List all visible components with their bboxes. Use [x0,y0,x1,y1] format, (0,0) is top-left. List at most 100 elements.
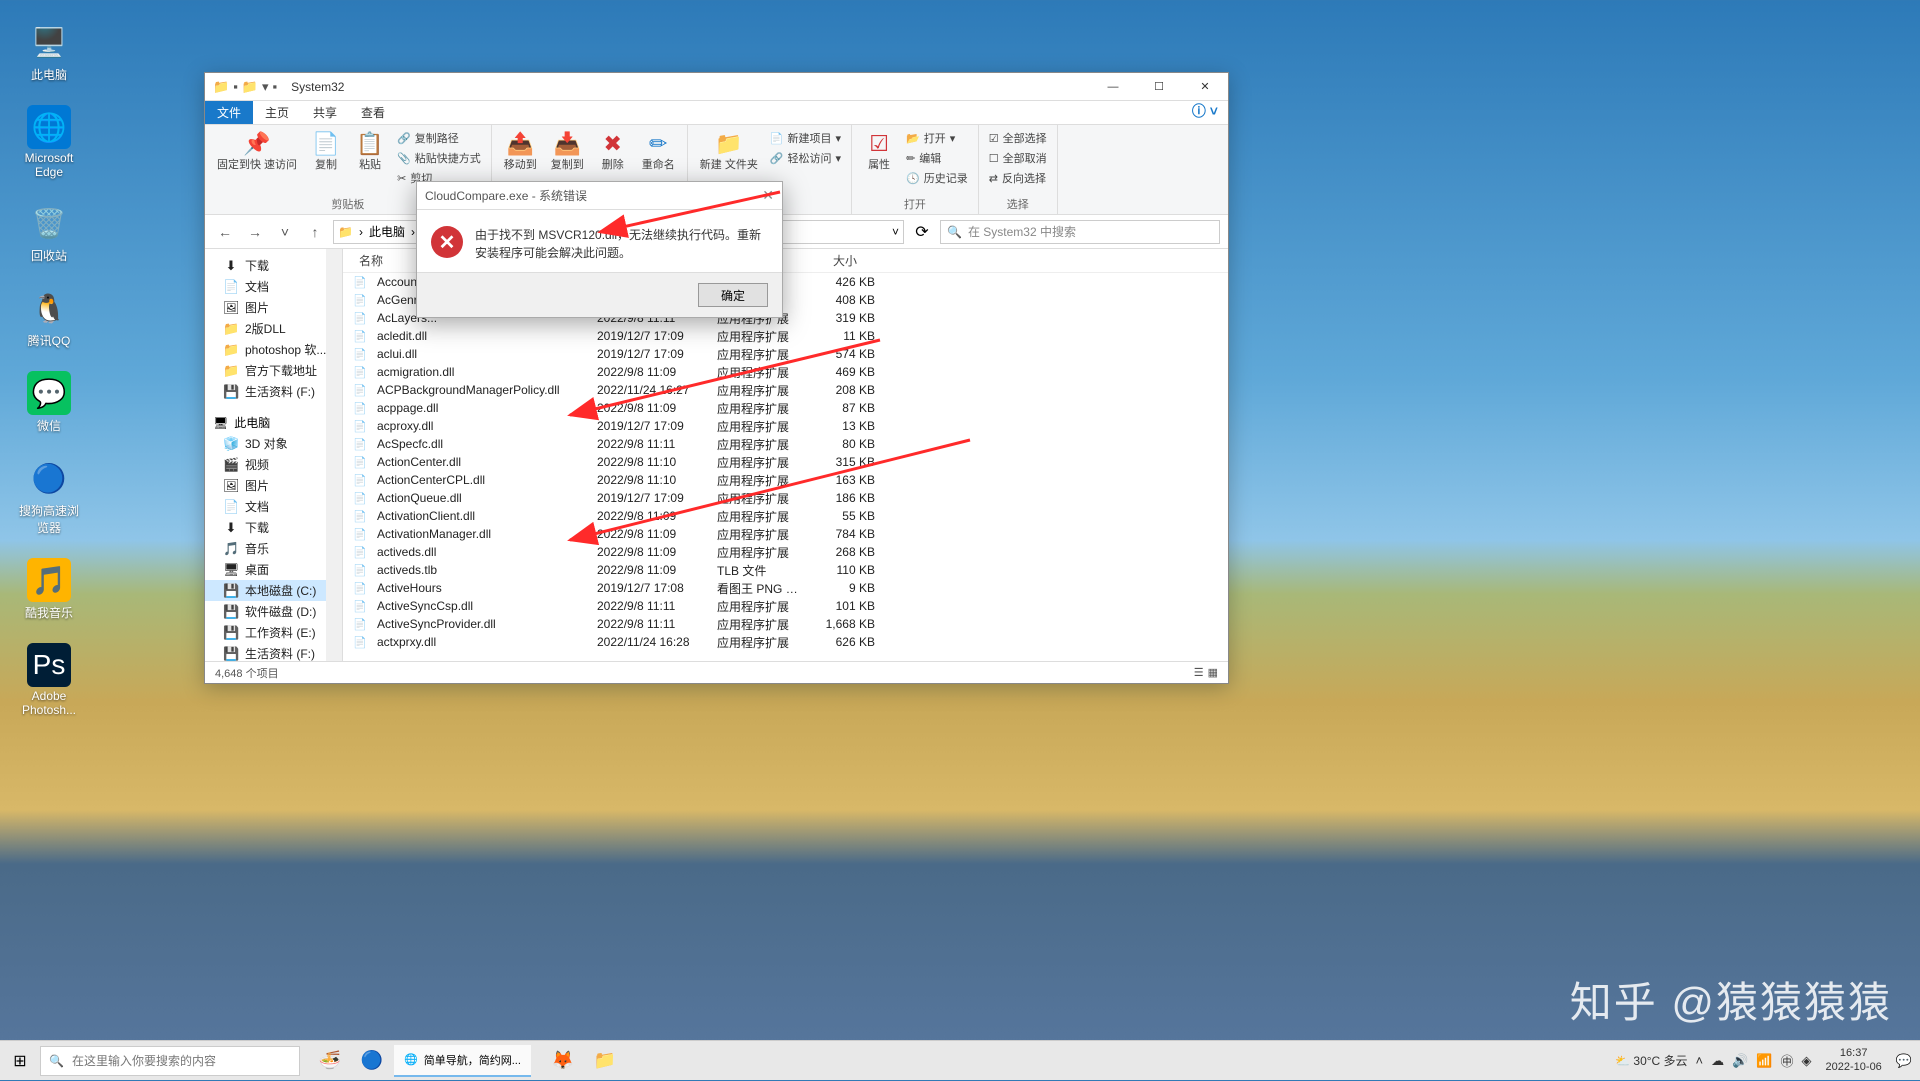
file-row[interactable]: 📄ActionCenter.dll2022/9/8 11:10应用程序扩展315… [343,453,1228,471]
ok-button[interactable]: 确定 [698,283,768,307]
selectnone-button[interactable]: ☐ 全部取消 [987,149,1049,167]
desktop-icon[interactable]: PsAdobe Photosh... [15,643,83,717]
tray-ime-icon[interactable]: ㊥ [1781,1051,1794,1070]
copy-button[interactable]: 📄复制 [307,129,345,174]
desktop-icon[interactable]: 🌐Microsoft Edge [15,105,83,179]
pasteshortcut-button[interactable]: 📎 粘贴快捷方式 [395,149,483,167]
desktop-icon[interactable]: 💬微信 [15,371,83,434]
nav-thispc[interactable]: 🖥此电脑 [205,412,342,433]
tray-network-icon[interactable]: 📶 [1756,1053,1772,1069]
open-button[interactable]: 📂 打开 ▾ [904,129,970,147]
taskbar-firefox-icon[interactable]: 🦊 [543,1041,583,1081]
dialog-titlebar[interactable]: CloudCompare.exe - 系统错误 ✕ [417,182,782,210]
copyto-button[interactable]: 📥复制到 [547,129,588,174]
file-row[interactable]: 📄acmigration.dll2022/9/8 11:09应用程序扩展469 … [343,363,1228,381]
file-row[interactable]: 📄acledit.dll2019/12/7 17:09应用程序扩展11 KB [343,327,1228,345]
nav-item[interactable]: 🖼图片 [205,297,342,318]
help-icon[interactable]: ⓘ ˅ [1182,101,1228,124]
pin-button[interactable]: 📌固定到快 速访问 [213,129,301,174]
desktop-icon[interactable]: 🔵搜狗高速浏览器 [15,456,83,536]
nav-item[interactable]: 💾工作资料 (E:) [205,622,342,643]
dropdown-icon[interactable]: ˅ [892,225,899,239]
nav-up-button[interactable]: ↑ [303,220,327,244]
tab-share[interactable]: 共享 [301,101,349,124]
nav-back-button[interactable]: ← [213,220,237,244]
maximize-button[interactable]: ☐ [1136,73,1182,101]
taskbar-window-tab[interactable]: 🌐 简单导航，简约网... [394,1045,531,1077]
minimize-button[interactable]: — [1090,73,1136,101]
file-row[interactable]: 📄ACPBackgroundManagerPolicy.dll2022/11/2… [343,381,1228,399]
file-row[interactable]: 📄ActionQueue.dll2019/12/7 17:09应用程序扩展186… [343,489,1228,507]
paste-button[interactable]: 📋粘贴 [351,129,389,174]
taskbar-app-icon[interactable]: 🔵 [352,1041,392,1081]
nav-forward-button[interactable]: → [243,220,267,244]
nav-item[interactable]: 🧊3D 对象 [205,433,342,454]
nav-item[interactable]: 🖼图片 [205,475,342,496]
delete-button[interactable]: ✖删除 [594,129,632,174]
view-thumbs-icon[interactable]: ▦ [1208,666,1218,679]
file-row[interactable]: 📄ActivationManager.dll2022/9/8 11:09应用程序… [343,525,1228,543]
taskbar-app-icon[interactable]: 🍜 [310,1041,350,1081]
clock[interactable]: 16:372022-10-06 [1820,1047,1888,1073]
nav-item[interactable]: 📁photoshop 软... [205,339,342,360]
rename-button[interactable]: ✏重命名 [638,129,679,174]
taskbar-explorer-icon[interactable]: 📁 [585,1041,625,1081]
taskbar-search[interactable]: 🔍 在这里输入你要搜索的内容 [40,1046,300,1076]
file-row[interactable]: 📄activeds.dll2022/9/8 11:09应用程序扩展268 KB [343,543,1228,561]
view-details-icon[interactable]: ☰ [1194,666,1204,679]
moveto-button[interactable]: 📤移动到 [500,129,541,174]
nav-item[interactable]: 🎵音乐 [205,538,342,559]
edit-button[interactable]: ✏ 编辑 [904,149,970,167]
nav-recent-button[interactable]: ˅ [273,220,297,244]
nav-item[interactable]: 📁官方下载地址 [205,360,342,381]
refresh-button[interactable]: ⟳ [910,222,934,242]
start-button[interactable]: ⊞ [0,1041,40,1081]
file-row[interactable]: 📄ActivationClient.dll2022/9/8 11:09应用程序扩… [343,507,1228,525]
file-row[interactable]: 📄activeds.tlb2022/9/8 11:09TLB 文件110 KB [343,561,1228,579]
file-row[interactable]: 📄ActiveSyncCsp.dll2022/9/8 11:11应用程序扩展10… [343,597,1228,615]
file-row[interactable]: 📄acppage.dll2022/9/8 11:09应用程序扩展87 KB [343,399,1228,417]
navigation-pane[interactable]: ⬇下载📄文档🖼图片📁2版DLL📁photoshop 软...📁官方下载地址💾生活… [205,249,343,661]
nav-item[interactable]: 💾生活资料 (F:) [205,643,342,661]
nav-item[interactable]: 📁2版DLL [205,318,342,339]
file-row[interactable]: 📄AcSpecfc.dll2022/9/8 11:11应用程序扩展80 KB [343,435,1228,453]
file-row[interactable]: 📄ActiveHours2019/12/7 17:08看图王 PNG 图片...… [343,579,1228,597]
desktop-icon[interactable]: 🖥️此电脑 [15,20,83,83]
tray-cloud-icon[interactable]: ☁ [1711,1053,1724,1069]
history-button[interactable]: 🕓 历史记录 [904,169,970,187]
tab-view[interactable]: 查看 [349,101,397,124]
nav-scrollbar[interactable] [326,249,342,661]
file-row[interactable]: 📄aclui.dll2019/12/7 17:09应用程序扩展574 KB [343,345,1228,363]
newfolder-button[interactable]: 📁新建 文件夹 [696,129,762,174]
notifications-icon[interactable]: 💬 [1896,1053,1912,1069]
weather-widget[interactable]: ⛅ 30°C 多云 [1615,1052,1687,1069]
tray-expand-icon[interactable]: ˄ [1696,1053,1704,1068]
desktop-icon[interactable]: 🎵酷我音乐 [15,558,83,621]
invert-button[interactable]: ⇄ 反向选择 [987,169,1049,187]
easyaccess-button[interactable]: 🔗 轻松访问 ▾ [768,149,843,167]
tray-app-icon[interactable]: ◈ [1802,1053,1812,1069]
titlebar[interactable]: 📁 ▪ 📁 ▾ ▪ System32 — ☐ ✕ [205,73,1228,101]
tab-home[interactable]: 主页 [253,101,301,124]
nav-item[interactable]: 🖥桌面 [205,559,342,580]
file-row[interactable]: 📄actxprxy.dll2022/11/24 16:28应用程序扩展626 K… [343,633,1228,651]
nav-item[interactable]: 💾本地磁盘 (C:) [205,580,342,601]
newitem-button[interactable]: 📄 新建项目 ▾ [768,129,843,147]
file-row[interactable]: 📄ActionCenterCPL.dll2022/9/8 11:10应用程序扩展… [343,471,1228,489]
file-row[interactable]: 📄ActiveSyncProvider.dll2022/9/8 11:11应用程… [343,615,1228,633]
file-list[interactable]: 📄Account...426 KB📄AcGenral...408 KB📄AcLa… [343,273,1228,661]
nav-item[interactable]: 📄文档 [205,276,342,297]
desktop-icon[interactable]: 🗑️回收站 [15,201,83,264]
search-input[interactable]: 🔍 在 System32 中搜索 [940,220,1220,244]
taskbar[interactable]: ⊞ 🔍 在这里输入你要搜索的内容 🍜 🔵 🌐 简单导航，简约网... 🦊 📁 ⛅… [0,1040,1920,1080]
nav-item[interactable]: ⬇下载 [205,517,342,538]
nav-item[interactable]: 💾生活资料 (F:) [205,381,342,402]
copypath-button[interactable]: 🔗 复制路径 [395,129,483,147]
nav-item[interactable]: 📄文档 [205,496,342,517]
nav-item[interactable]: 🎬视频 [205,454,342,475]
file-row[interactable]: 📄acproxy.dll2019/12/7 17:09应用程序扩展13 KB [343,417,1228,435]
tray-volume-icon[interactable]: 🔊 [1732,1053,1748,1069]
properties-button[interactable]: ☑属性 [860,129,898,174]
desktop-icon[interactable]: 🐧腾讯QQ [15,286,83,349]
close-button[interactable]: ✕ [1182,73,1228,101]
